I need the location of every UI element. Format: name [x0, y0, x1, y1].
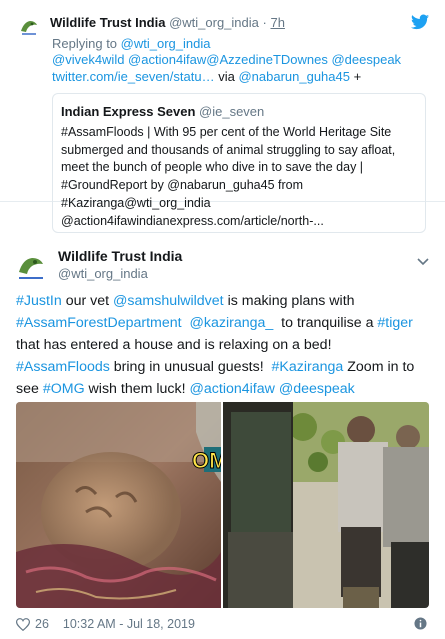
separator-dot: · — [262, 15, 267, 30]
via-text: via — [218, 69, 235, 84]
tweet-text-segment: Zoom in to — [343, 359, 415, 375]
quoted-tweet-header: Indian Express Seven @ie_seven — [61, 104, 264, 119]
quoted-author-handle: @ie_seven — [199, 104, 265, 119]
replying-to-line: Replying to @wti_org_india — [52, 36, 210, 51]
rescuers-photo[interactable] — [223, 402, 429, 608]
tweet-media: OM — [16, 402, 429, 608]
quoted-author-name: Indian Express Seven — [61, 104, 196, 119]
tweet-line: that has entered a house and is relaxing… — [16, 337, 332, 353]
via-user-link[interactable]: @nabarun_guha45 — [238, 69, 350, 84]
replying-prefix: Replying to — [52, 36, 118, 51]
quoted-line: meet the bunch of people who dive in to … — [61, 160, 364, 175]
hashtag-assamfloods[interactable]: #AssamFloods — [16, 359, 110, 375]
like-count[interactable]: 26 — [35, 617, 49, 631]
wti-logo-avatar[interactable] — [18, 16, 40, 38]
photo-overlay-text: OM — [192, 448, 221, 473]
mention-action4ifaw[interactable]: @action4ifaw — [189, 381, 274, 397]
mention-samshulwildvet[interactable]: @samshulwildvet — [113, 293, 224, 309]
quoted-line: #GroundReport by @nabarun_guha45 from — [61, 178, 304, 193]
tweet-text-segment: our vet — [61, 293, 114, 309]
quoted-line: @action4ifawindianexpress.com/article/no… — [61, 213, 324, 228]
twitter-bird-icon[interactable] — [411, 14, 429, 30]
tweet-timestamp[interactable]: 10:32 AM - Jul 18, 2019 — [63, 617, 195, 631]
reply-tweet: Wildlife Trust India @wti_org_india · 7h… — [0, 0, 445, 233]
mentions-link[interactable]: @vivek4wild @action4ifaw@AzzedineTDownes… — [52, 52, 401, 67]
hashtag-justin[interactable]: #JustIn — [16, 293, 62, 309]
hashtag-assamforestdepartment[interactable]: #AssamForestDepartment — [16, 315, 182, 331]
tweet-text-segment: to tranquilise a — [273, 315, 378, 331]
tweet-line: #AssamFloods bring in unusual guests! #K… — [16, 356, 430, 378]
hashtag-kaziranga[interactable]: #Kaziranga — [272, 359, 344, 375]
tweet-text-segment: see — [16, 381, 43, 397]
info-icon[interactable] — [414, 617, 427, 630]
reply-tweet-header: Wildlife Trust India @wti_org_india · 7h — [50, 15, 285, 30]
tweet-line: see #OMG wish them luck! @action4ifaw @d… — [16, 378, 430, 400]
tweet-time[interactable]: 7h — [270, 15, 284, 30]
quoted-line: #AssamFloods | With 95 per cent of the W… — [61, 125, 392, 139]
link-line: twitter.com/ie_seven/statu… via @nabarun… — [52, 69, 361, 84]
wti-logo-avatar[interactable] — [15, 252, 47, 282]
main-author-handle[interactable]: @wti_org_india — [58, 266, 148, 281]
author-handle[interactable]: @wti_org_india — [169, 15, 259, 30]
main-author-name[interactable]: Wildlife Trust India — [58, 248, 182, 264]
chevron-down-icon[interactable] — [417, 258, 429, 266]
short-link[interactable]: twitter.com/ie_seven/statu… — [52, 69, 215, 84]
hashtag-tiger[interactable]: #tiger — [377, 315, 413, 331]
quoted-tweet-card[interactable]: Indian Express Seven @ie_seven #AssamFlo… — [52, 93, 426, 233]
quoted-line: submerged and thousands of animal strugg… — [61, 142, 396, 157]
author-name[interactable]: Wildlife Trust India — [50, 15, 165, 30]
heart-icon[interactable] — [16, 617, 30, 631]
tweet-text-segment: is making plans with — [223, 293, 355, 309]
quoted-line: #Kaziranga@wti_org_india — [61, 195, 211, 210]
mention-deespeak[interactable]: @deespeak — [279, 381, 355, 397]
tweet-text-segment: wish them luck! — [84, 381, 190, 397]
hashtag-omg[interactable]: #OMG — [43, 381, 85, 397]
tweet-footer: 26 10:32 AM - Jul 18, 2019 — [16, 617, 195, 631]
tweet-line: #AssamForestDepartment @kaziranga_ to tr… — [16, 312, 430, 334]
replying-to-link[interactable]: @wti_org_india — [121, 36, 211, 51]
plus-sign: + — [353, 69, 362, 84]
tweet-text-segment: bring in unusual guests! — [109, 359, 272, 375]
quoted-tweet-text: #AssamFloods | With 95 per cent of the W… — [61, 124, 421, 230]
tweet-text: #JustIn our vet @samshulwildvet is makin… — [16, 290, 430, 400]
tweet-line: #JustIn our vet @samshulwildvet is makin… — [16, 290, 430, 312]
mention-kaziranga[interactable]: @kaziranga_ — [189, 315, 273, 331]
tiger-on-bed-photo[interactable]: OM — [16, 402, 221, 608]
